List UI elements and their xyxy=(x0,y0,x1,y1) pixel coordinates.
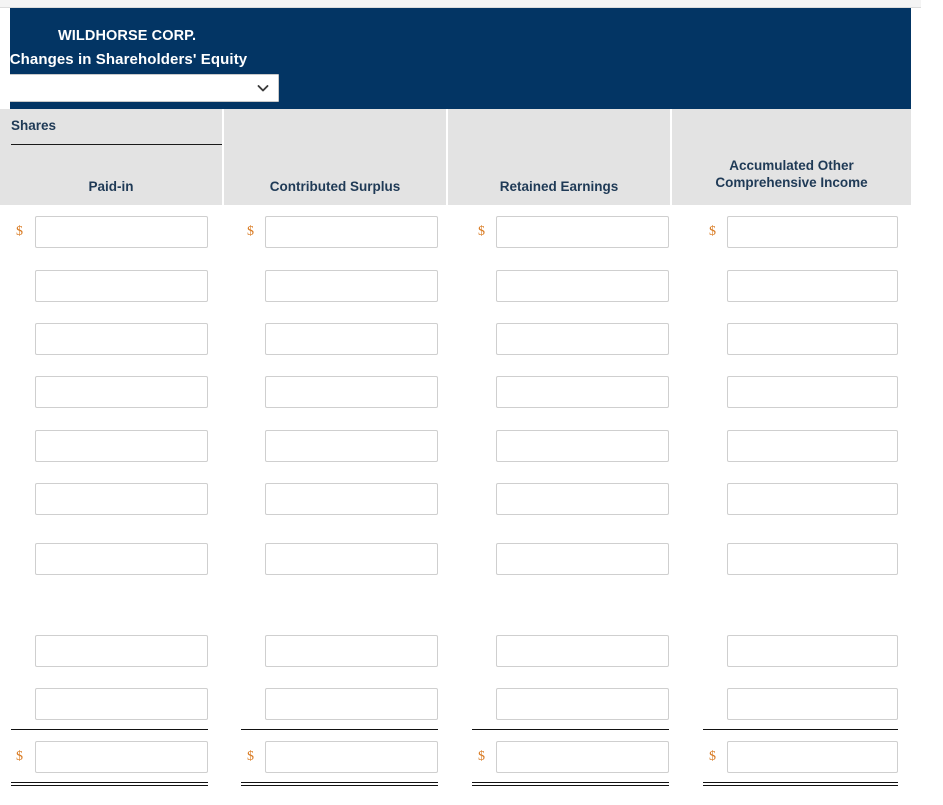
equity-amount-input[interactable] xyxy=(35,430,208,462)
equity-amount-input[interactable] xyxy=(35,323,208,355)
currency-symbol: $ xyxy=(478,224,485,239)
equity-amount-input[interactable] xyxy=(496,741,669,773)
equity-amount-input[interactable] xyxy=(265,635,438,667)
equity-amount-input[interactable] xyxy=(35,635,208,667)
currency-symbol: $ xyxy=(247,224,254,239)
equity-amount-input[interactable] xyxy=(496,688,669,720)
equity-amount-input[interactable] xyxy=(35,216,208,248)
equity-amount-input[interactable] xyxy=(265,323,438,355)
equity-amount-input[interactable] xyxy=(265,430,438,462)
equity-amount-input[interactable] xyxy=(35,741,208,773)
equity-amount-input[interactable] xyxy=(727,216,898,248)
equity-amount-input[interactable] xyxy=(35,688,208,720)
equity-amount-input[interactable] xyxy=(265,483,438,515)
total-rule-double xyxy=(11,782,208,786)
equity-amount-input[interactable] xyxy=(35,483,208,515)
currency-symbol: $ xyxy=(709,224,716,239)
currency-symbol: $ xyxy=(16,749,23,764)
total-rule-single xyxy=(241,729,438,730)
equity-amount-input[interactable] xyxy=(496,543,669,575)
total-rule-double xyxy=(703,782,898,786)
equity-amount-input[interactable] xyxy=(265,270,438,302)
equity-amount-input[interactable] xyxy=(265,741,438,773)
equity-amount-input[interactable] xyxy=(727,430,898,462)
equity-amount-input[interactable] xyxy=(496,430,669,462)
equity-amount-input[interactable] xyxy=(265,543,438,575)
equity-amount-input[interactable] xyxy=(496,270,669,302)
equity-amount-input[interactable] xyxy=(727,323,898,355)
equity-amount-input[interactable] xyxy=(727,483,898,515)
equity-amount-input[interactable] xyxy=(727,543,898,575)
currency-symbol: $ xyxy=(478,749,485,764)
equity-input-grid: $ $ $ $ $ $ $ $ xyxy=(0,0,943,805)
equity-amount-input[interactable] xyxy=(35,376,208,408)
equity-amount-input[interactable] xyxy=(496,323,669,355)
currency-symbol: $ xyxy=(16,224,23,239)
equity-amount-input[interactable] xyxy=(265,688,438,720)
equity-amount-input[interactable] xyxy=(35,543,208,575)
total-rule-single xyxy=(11,729,208,730)
equity-amount-input[interactable] xyxy=(727,270,898,302)
total-rule-double xyxy=(472,782,669,786)
equity-amount-input[interactable] xyxy=(496,216,669,248)
equity-amount-input[interactable] xyxy=(496,635,669,667)
equity-amount-input[interactable] xyxy=(727,376,898,408)
equity-amount-input[interactable] xyxy=(727,741,898,773)
currency-symbol: $ xyxy=(247,749,254,764)
currency-symbol: $ xyxy=(709,749,716,764)
equity-amount-input[interactable] xyxy=(496,376,669,408)
total-rule-single xyxy=(472,729,669,730)
equity-amount-input[interactable] xyxy=(727,635,898,667)
equity-amount-input[interactable] xyxy=(265,216,438,248)
equity-amount-input[interactable] xyxy=(496,483,669,515)
total-rule-double xyxy=(241,782,438,786)
equity-amount-input[interactable] xyxy=(727,688,898,720)
equity-statement-page: WILDHORSE CORP. ent of Changes in Shareh… xyxy=(0,0,943,805)
equity-amount-input[interactable] xyxy=(265,376,438,408)
equity-amount-input[interactable] xyxy=(35,270,208,302)
total-rule-single xyxy=(703,729,898,730)
